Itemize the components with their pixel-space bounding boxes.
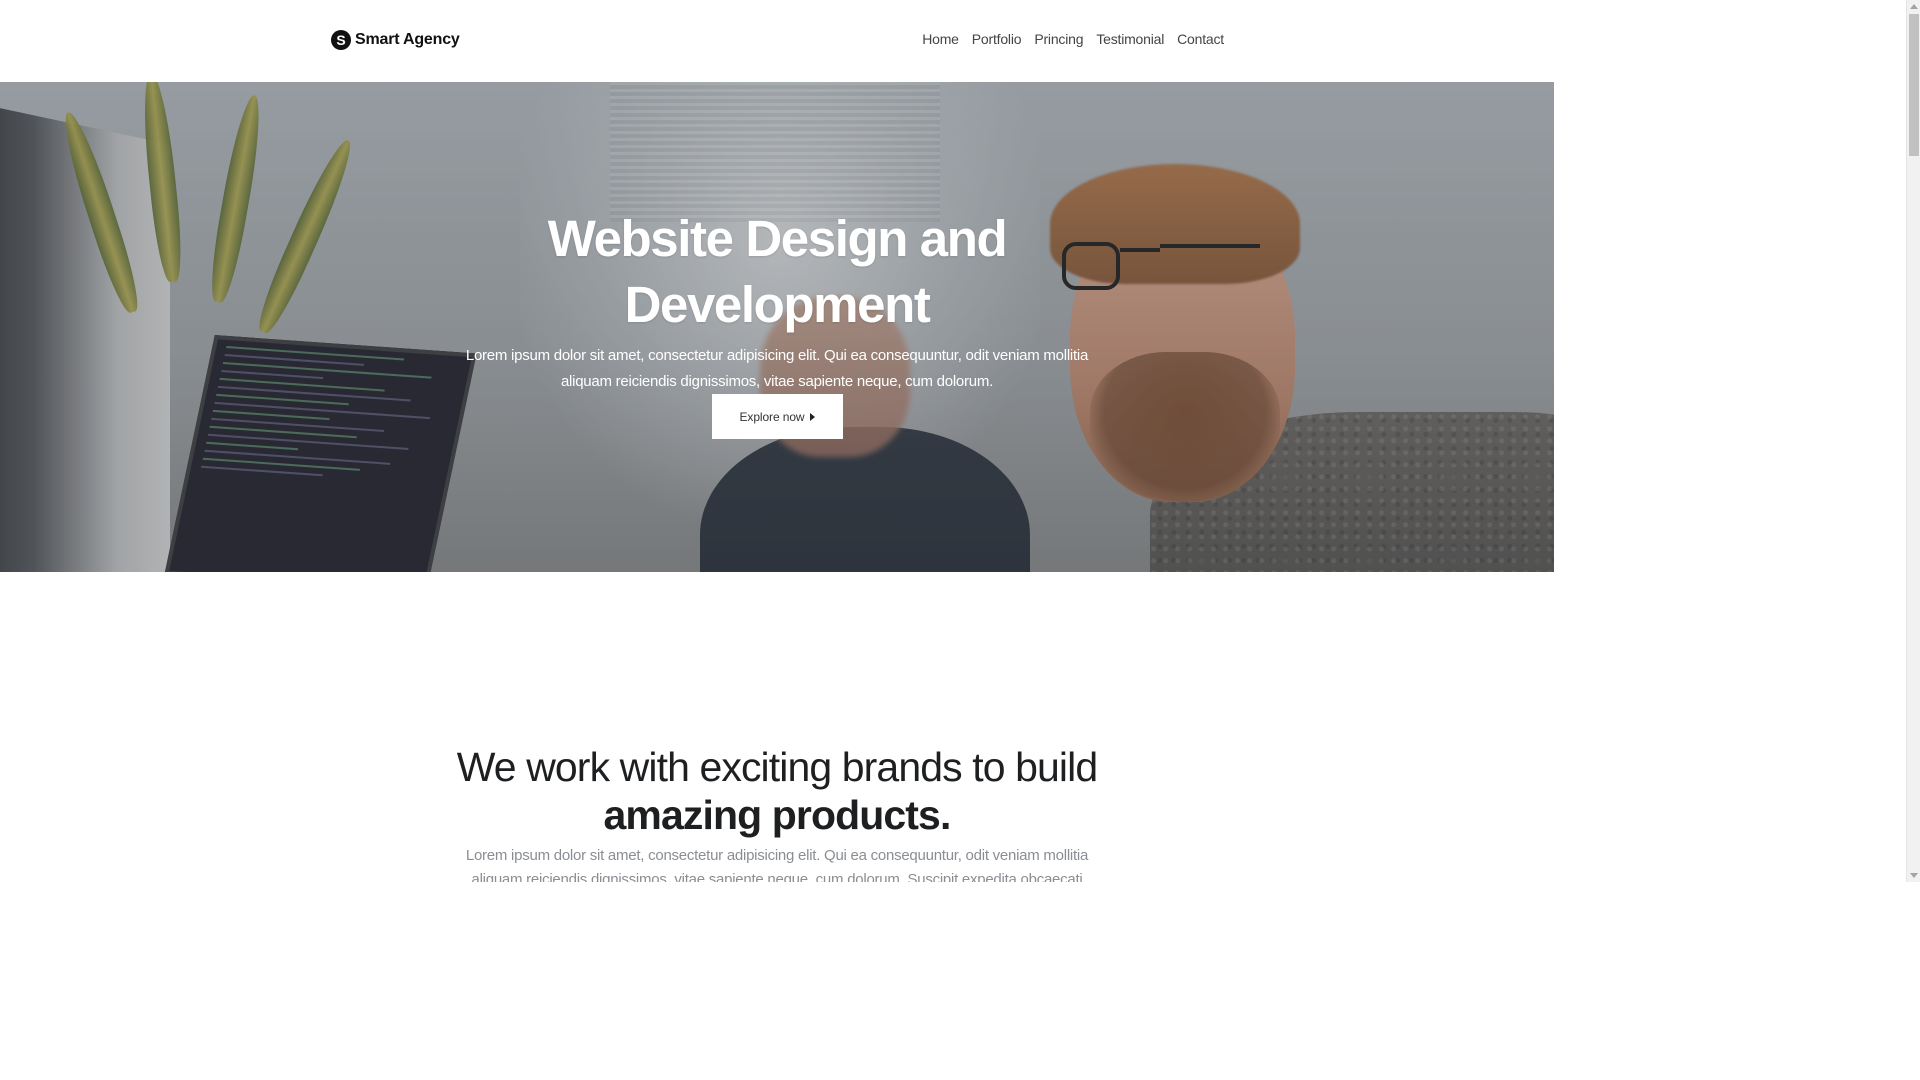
brands-description: Lorem ipsum dolor sit amet, consectetur … — [465, 847, 1089, 882]
brand-logo-link[interactable]: S Smart Agency — [331, 29, 460, 51]
scroll-down-icon[interactable] — [1910, 873, 1918, 878]
nav-contact[interactable]: Contact — [1177, 31, 1224, 47]
caret-right-icon — [810, 412, 816, 421]
main-nav: Home Portfolio Princing Testimonial Cont… — [922, 31, 1224, 47]
hero-description: Lorem ipsum dolor sit amet, consectetur … — [465, 347, 1089, 390]
nav-pricing[interactable]: Princing — [1034, 31, 1083, 47]
brands-title-line: We work with exciting brands to build — [456, 744, 1098, 790]
nav-home[interactable]: Home — [922, 31, 959, 47]
hero-title: Website Design and Development — [0, 206, 1554, 338]
scrollbar-thumb[interactable] — [1909, 14, 1919, 156]
hero-section: Website Design and Development Lorem ips… — [0, 82, 1554, 572]
hero-title-line: Development — [624, 276, 931, 333]
explore-now-label: Explore now — [739, 409, 805, 424]
site-header: S Smart Agency Home Portfolio Princing T… — [0, 0, 1554, 82]
page: S Smart Agency Home Portfolio Princing T… — [0, 0, 1554, 882]
scroll-up-icon[interactable] — [1910, 4, 1918, 9]
explore-now-button[interactable]: Explore now — [712, 394, 843, 439]
nav-portfolio[interactable]: Portfolio — [972, 31, 1022, 47]
vertical-scrollbar[interactable] — [1906, 0, 1920, 882]
brands-title: We work with exciting brands to build am… — [0, 743, 1554, 839]
hero-title-line: Website Design and — [547, 210, 1008, 267]
brands-title-strong: amazing products. — [603, 792, 952, 838]
brand-s-icon: S — [331, 30, 351, 50]
nav-testimonial[interactable]: Testimonial — [1096, 31, 1164, 47]
brand-name: Smart Agency — [355, 31, 460, 48]
